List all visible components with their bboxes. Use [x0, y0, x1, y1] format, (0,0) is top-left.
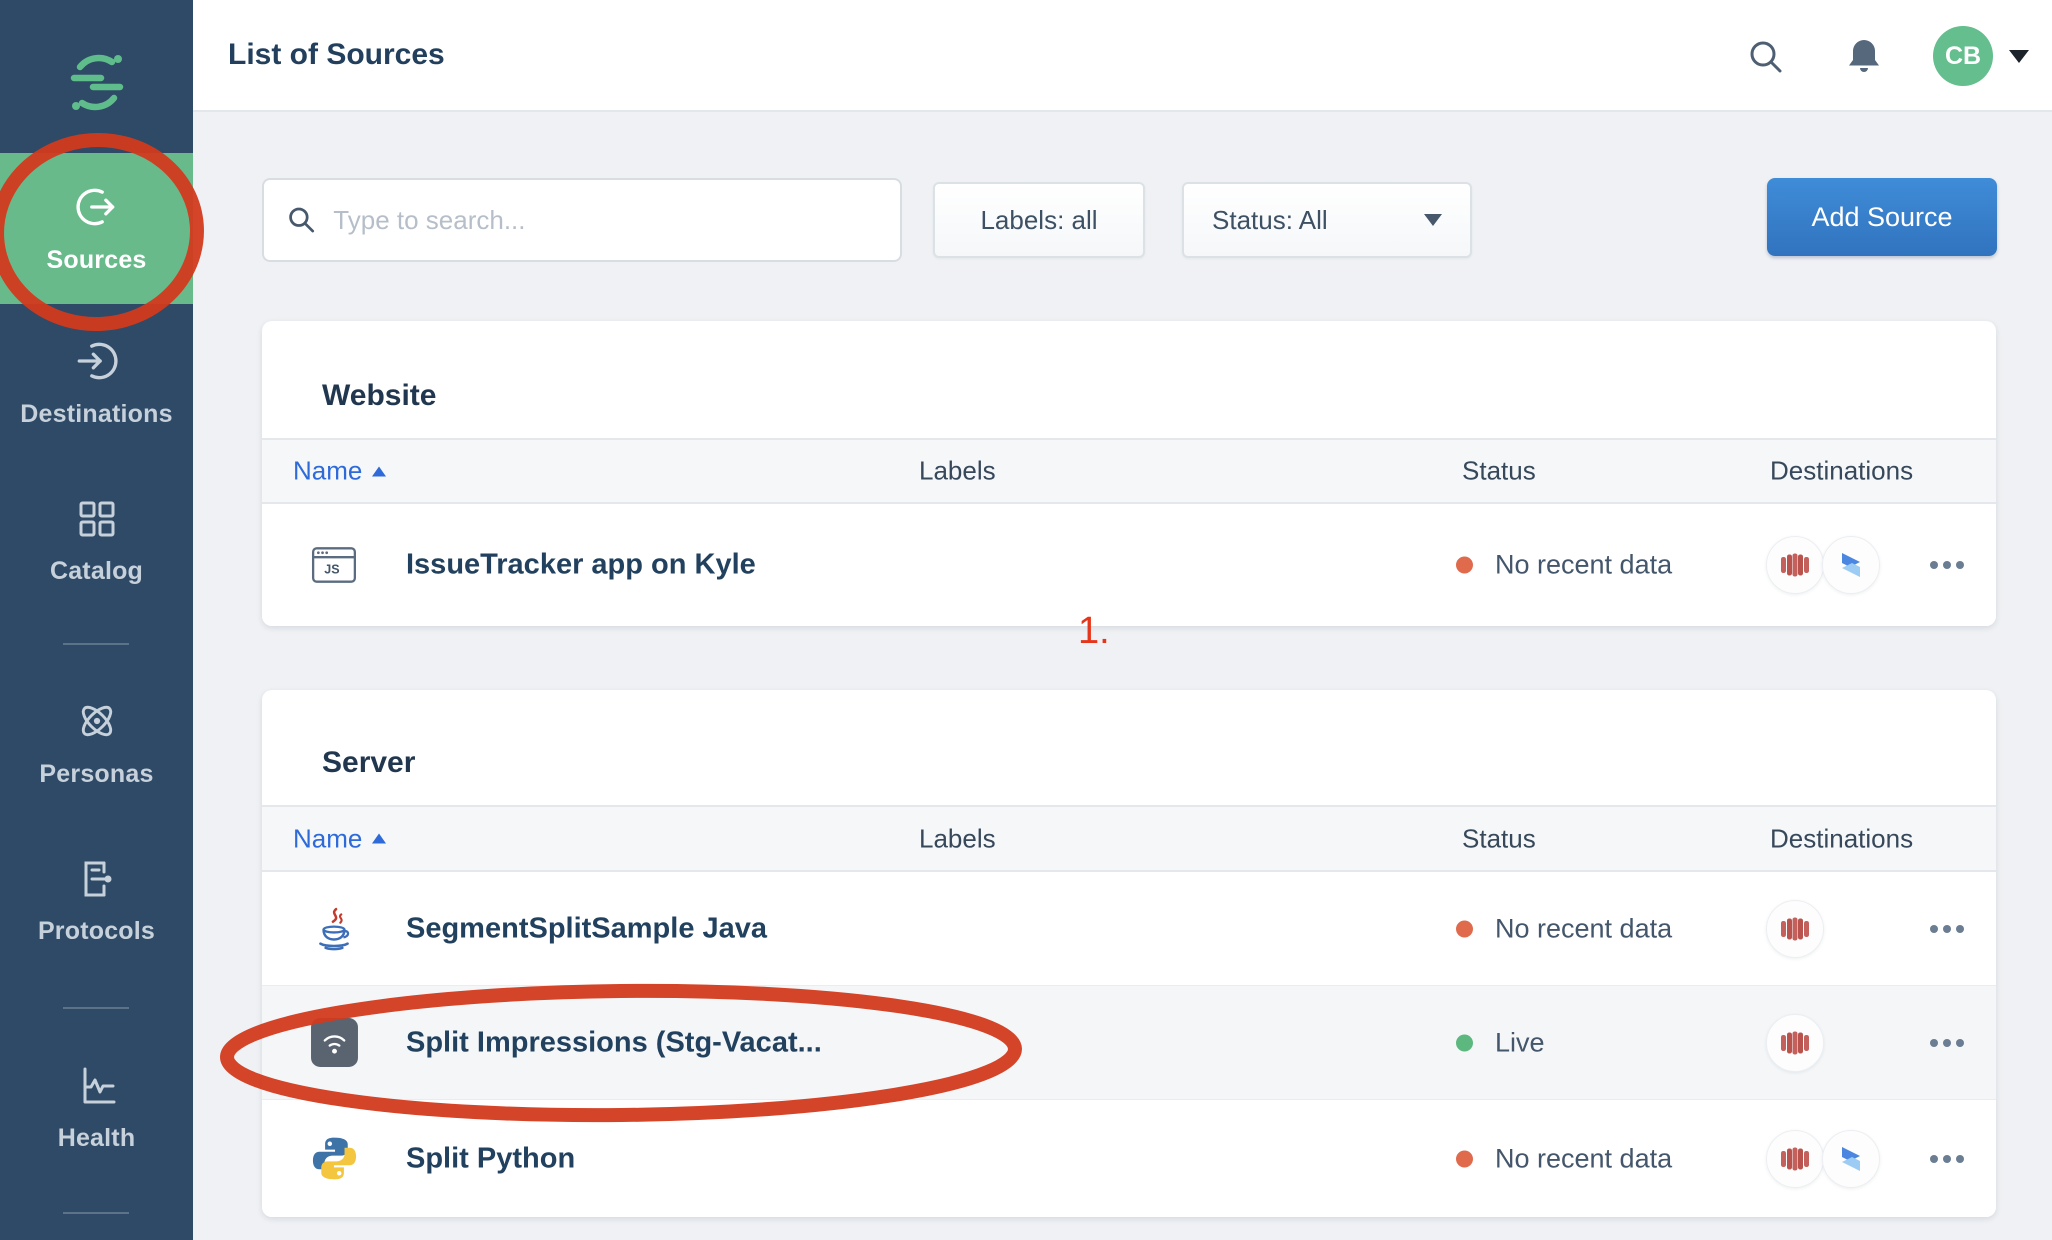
status-text: No recent data: [1495, 1143, 1672, 1174]
destinations-icon: [72, 336, 122, 386]
table-header: Name Labels Status Destinations: [262, 805, 1996, 872]
section-title: Website: [322, 379, 436, 413]
source-row-split-python[interactable]: Split Python No recent data: [262, 1100, 1996, 1217]
top-header: List of Sources CB: [193, 0, 2052, 112]
sources-icon: [72, 182, 122, 232]
source-name: IssueTracker app on Kyle: [406, 549, 756, 582]
source-row-java[interactable]: SegmentSplitSample Java No recent data: [262, 872, 1996, 986]
segment-logo-icon[interactable]: [65, 50, 129, 114]
status-cell: No recent data: [1456, 913, 1672, 944]
sidebar-item-health[interactable]: Health: [0, 1050, 193, 1165]
page-title: List of Sources: [228, 38, 445, 72]
destinations-cell: [1766, 1014, 1824, 1072]
row-actions-menu-icon[interactable]: [1926, 1029, 1968, 1057]
sort-ascending-icon: [372, 466, 386, 476]
search-input[interactable]: [333, 205, 878, 236]
add-source-button[interactable]: Add Source: [1767, 178, 1997, 256]
sort-ascending-icon: [372, 834, 386, 844]
sidebar-item-personas[interactable]: Personas: [0, 685, 193, 800]
table-header: Name Labels Status Destinations: [262, 438, 1996, 504]
sidebar-divider: [63, 1212, 129, 1214]
section-title: Server: [322, 746, 415, 780]
column-header-status: Status: [1462, 456, 1536, 487]
protocols-icon: [73, 855, 121, 903]
sidebar-item-label: Destinations: [20, 400, 172, 429]
column-header-labels: Labels: [919, 456, 996, 487]
account-menu-caret-icon[interactable]: [2009, 50, 2029, 63]
sidebar-item-destinations[interactable]: Destinations: [0, 325, 193, 440]
chevron-down-icon: [1424, 214, 1442, 226]
status-dot: [1456, 1034, 1473, 1051]
sources-page: Sources Destinations Catalog: [0, 0, 2052, 1240]
user-avatar[interactable]: CB: [1933, 26, 1993, 86]
personas-icon: [72, 696, 122, 746]
status-cell: No recent data: [1456, 550, 1672, 581]
labels-filter-button[interactable]: Labels: all: [933, 182, 1145, 258]
source-name: Split Impressions (Stg-Vacat...: [406, 1026, 822, 1059]
destinations-cell: [1766, 900, 1824, 958]
sidebar-item-catalog[interactable]: Catalog: [0, 483, 193, 598]
row-actions-menu-icon[interactable]: [1926, 915, 1968, 943]
catalog-icon: [73, 495, 121, 543]
status-dot: [1456, 920, 1473, 937]
warehouse-red-icon[interactable]: [1766, 900, 1824, 958]
status-text: Live: [1495, 1027, 1545, 1058]
destinations-cell: [1766, 1130, 1880, 1188]
java-icon: [310, 905, 358, 953]
sidebar-item-label: Health: [58, 1124, 136, 1153]
stitch-blue-icon[interactable]: [1822, 1130, 1880, 1188]
source-search-box: [262, 178, 902, 262]
column-header-destinations: Destinations: [1770, 823, 1913, 854]
sidebar-divider: [63, 643, 129, 645]
status-filter-label: Status: All: [1212, 205, 1328, 236]
website-section-card: Website Name Labels Status Destinations …: [262, 321, 1996, 626]
source-row-issuetracker[interactable]: JS IssueTracker app on Kyle No recent da…: [262, 504, 1996, 626]
status-text: No recent data: [1495, 550, 1672, 581]
column-header-name[interactable]: Name: [293, 823, 386, 854]
svg-text:JS: JS: [324, 562, 339, 576]
sidebar-item-protocols[interactable]: Protocols: [0, 843, 193, 958]
source-name: SegmentSplitSample Java: [406, 912, 767, 945]
warehouse-red-icon[interactable]: [1766, 1130, 1824, 1188]
status-text: No recent data: [1495, 913, 1672, 944]
sidebar-divider: [63, 1007, 129, 1009]
status-dot: [1456, 1150, 1473, 1167]
status-filter-dropdown[interactable]: Status: All: [1182, 182, 1472, 258]
sidebar-item-label: Personas: [39, 760, 153, 789]
status-cell: No recent data: [1456, 1143, 1672, 1174]
column-header-status: Status: [1462, 823, 1536, 854]
row-actions-menu-icon[interactable]: [1926, 551, 1968, 579]
search-icon: [286, 203, 317, 237]
stitch-blue-icon[interactable]: [1822, 536, 1880, 594]
labels-filter-label: Labels: all: [980, 205, 1097, 236]
sidebar: Sources Destinations Catalog: [0, 0, 193, 1240]
status-cell: Live: [1456, 1027, 1545, 1058]
wifi-device-icon: [310, 1019, 358, 1067]
column-header-destinations: Destinations: [1770, 456, 1913, 487]
python-icon: [310, 1135, 358, 1183]
search-icon[interactable]: [1746, 37, 1786, 77]
row-actions-menu-icon[interactable]: [1926, 1145, 1968, 1173]
source-row-split-impressions[interactable]: Split Impressions (Stg-Vacat... Live: [262, 986, 1996, 1100]
server-section-card: Server Name Labels Status Destinations: [262, 690, 1996, 1217]
warehouse-red-icon[interactable]: [1766, 1014, 1824, 1072]
source-name: Split Python: [406, 1142, 575, 1175]
destinations-cell: [1766, 536, 1880, 594]
warehouse-red-icon[interactable]: [1766, 536, 1824, 594]
notifications-bell-icon[interactable]: [1843, 35, 1885, 77]
sidebar-item-label: Catalog: [50, 557, 143, 586]
column-header-name[interactable]: Name: [293, 456, 386, 487]
health-icon: [73, 1062, 121, 1110]
column-header-labels: Labels: [919, 823, 996, 854]
sidebar-item-label: Protocols: [38, 917, 155, 946]
sidebar-item-label: Sources: [46, 246, 146, 275]
status-dot: [1456, 557, 1473, 574]
sidebar-item-sources[interactable]: Sources: [0, 153, 193, 304]
javascript-browser-icon: JS: [310, 541, 358, 589]
